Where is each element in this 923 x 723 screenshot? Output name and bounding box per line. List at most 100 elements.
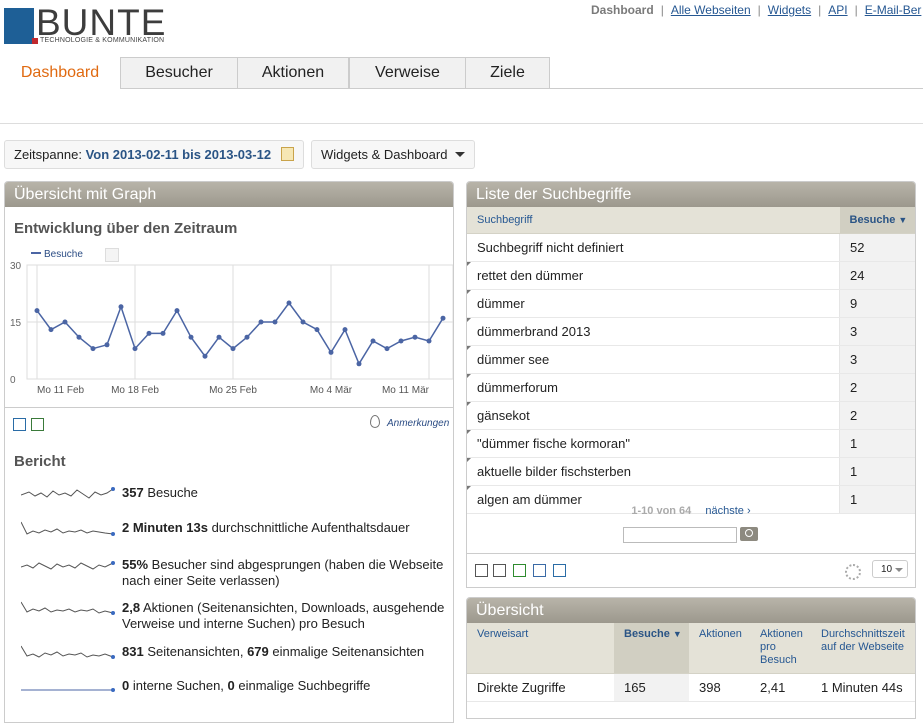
sparkline[interactable] [21,520,115,538]
sparkline[interactable] [21,557,115,575]
visits-cell: 2 [839,401,915,430]
search-icon[interactable] [740,527,758,541]
divider [0,123,923,124]
data-point[interactable] [286,300,292,306]
table-more-icon[interactable] [493,564,506,577]
annotations-link[interactable]: Anmerkungen [387,418,449,429]
bunte-logo[interactable]: BUNTE TECHNOLOGIE & KOMMUNIKATION [4,2,174,46]
table-row[interactable]: dümmer 9 [467,289,915,318]
table-row[interactable]: "dümmer fische kormoran" 1 [467,429,915,458]
tab-dashboard[interactable]: Dashboard [0,57,120,89]
data-point[interactable] [328,349,334,355]
overview-graph-widget: Übersicht mit Graph Entwicklung über den… [4,181,454,723]
sparkline[interactable] [21,485,115,503]
data-point[interactable] [426,338,432,344]
data-point[interactable] [244,334,250,340]
data-point[interactable] [440,315,446,321]
data-point[interactable] [412,334,418,340]
col-actions-per-visit[interactable]: Aktionen pro Besuch [750,623,811,674]
table-row[interactable]: Suchbegriff nicht definiert 52 [467,233,915,262]
data-point[interactable] [384,346,390,352]
bar-chart-icon[interactable] [533,564,546,577]
period-value[interactable]: Von 2013-02-11 bis 2013-03-12 [86,147,272,162]
data-point[interactable] [370,338,376,344]
x-tick-label: Mo 18 Feb [111,385,159,396]
data-point[interactable] [300,319,306,325]
table-row[interactable]: dümmerforum 2 [467,373,915,402]
period-selector[interactable]: Zeitspanne: Von 2013-02-11 bis 2013-03-1… [4,140,304,169]
sparkline[interactable] [21,600,115,618]
col-visits[interactable]: Besuche ▼ [839,207,915,234]
data-point[interactable] [230,346,236,352]
data-point[interactable] [174,308,180,314]
toplink-email-reports[interactable]: E-Mail-Ber [865,3,922,17]
sparkline[interactable] [21,644,115,662]
data-point[interactable] [342,327,348,333]
tab-verweise[interactable]: Verweise [349,57,466,88]
image-icon[interactable] [31,418,44,431]
col-referrer-type[interactable]: Verweisart [467,623,614,674]
tab-besucher[interactable]: Besucher [120,57,238,88]
toplink-all-websites[interactable]: Alle Webseiten [671,3,751,17]
tab-ziele[interactable]: Ziele [465,57,550,88]
table-row[interactable]: Direkte Zugriffe 165 398 2,41 1 Minuten … [467,673,915,702]
visits-cell: 24 [839,261,915,290]
keyword-cell: rettet den dümmer [467,261,840,290]
data-point[interactable] [356,361,362,367]
keywords-footer: 10 [467,553,915,587]
data-point[interactable] [314,327,320,333]
data-point[interactable] [202,353,208,359]
export-icon[interactable] [553,564,566,577]
table-row[interactable]: dümmerbrand 2013 3 [467,317,915,346]
save-icon[interactable] [13,418,26,431]
gear-icon[interactable] [845,564,861,580]
table-row[interactable]: rettet den dümmer 24 [467,261,915,290]
visits-cell: 1 [839,457,915,486]
evolution-chart[interactable]: 0 15 30 Mo 11 Feb Mo 18 Feb Mo 25 Feb Mo 4 Mär… [5,257,453,407]
keywords-widget: Liste der Suchbegriffe Suchbegriff Besuc… [466,181,916,588]
table-row[interactable]: aktuelle bilder fischsterben 1 [467,457,915,486]
table-row[interactable]: dümmer see 3 [467,345,915,374]
y-tick-label: 30 [10,261,22,272]
widget-title[interactable]: Liste der Suchbegriffe [467,182,915,207]
data-point[interactable] [104,342,110,348]
toplink-widgets[interactable]: Widgets [768,3,811,17]
data-point[interactable] [272,319,278,325]
data-point[interactable] [34,308,40,314]
keyword-cell: dümmerforum [467,373,840,402]
col-actions[interactable]: Aktionen [689,623,750,674]
widget-title[interactable]: Übersicht [467,598,915,623]
data-point[interactable] [188,334,194,340]
calendar-icon[interactable] [280,147,294,161]
data-point[interactable] [160,330,166,336]
col-visits[interactable]: Besuche ▼ [614,623,689,674]
widgets-dashboard-menu[interactable]: Widgets & Dashboard [311,140,476,169]
data-point[interactable] [146,330,152,336]
data-point[interactable] [48,327,54,333]
toplink-api[interactable]: API [828,3,847,17]
col-keyword[interactable]: Suchbegriff [467,207,840,234]
sparkline[interactable] [21,678,115,696]
goals-flag-icon[interactable] [513,564,526,577]
table-view-icon[interactable] [475,564,488,577]
data-point[interactable] [258,319,264,325]
data-point[interactable] [132,346,138,352]
pager-next-link[interactable]: nächste › [705,505,750,517]
toplink-dashboard[interactable]: Dashboard [591,3,654,17]
pager: 1-10 von 64 nächste › [467,505,915,517]
keyword-cell: dümmer [467,289,840,318]
row-limit-select[interactable]: 10 [872,560,908,578]
annotation-pin-icon[interactable] [370,415,380,428]
data-point[interactable] [62,319,68,325]
data-point[interactable] [90,346,96,352]
data-point[interactable] [398,338,404,344]
tab-aktionen[interactable]: Aktionen [237,57,349,88]
period-label: Zeitspanne: [14,147,82,162]
data-point[interactable] [216,334,222,340]
keyword-search-input[interactable] [623,527,737,543]
table-row[interactable]: gänsekot 2 [467,401,915,430]
data-point[interactable] [118,304,124,310]
widget-title[interactable]: Übersicht mit Graph [5,182,453,207]
data-point[interactable] [76,334,82,340]
col-avg-time[interactable]: Durchschnittszeit auf der Webseite [811,623,915,674]
